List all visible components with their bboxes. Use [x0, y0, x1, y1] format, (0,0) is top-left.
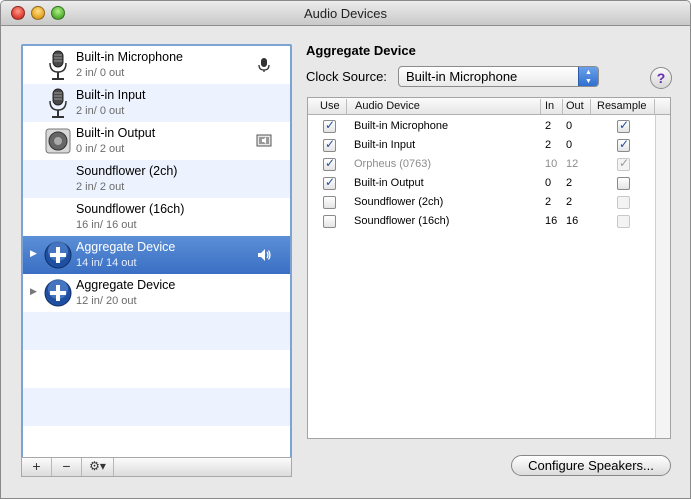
gear-menu-button[interactable]: ⚙▾: [82, 458, 114, 476]
out-count-cell: 2: [566, 177, 573, 189]
aggregate-plus-icon: [43, 239, 73, 271]
subdevice-row: Built-in Output 0 2: [308, 174, 655, 193]
device-name: Soundflower (2ch): [76, 164, 178, 178]
device-name: Soundflower (16ch): [76, 202, 185, 216]
device-list-item[interactable]: ▶ Aggregate Device 12 in/ 20 out: [23, 274, 290, 312]
device-io-count: 12 in/ 20 out: [76, 295, 137, 307]
disclosure-triangle-icon[interactable]: ▶: [30, 286, 37, 297]
header-out[interactable]: Out: [566, 100, 584, 112]
device-name: Built-in Input: [76, 88, 146, 102]
device-name: Aggregate Device: [76, 240, 176, 254]
device-list-item[interactable]: Built-in Input 2 in/ 0 out: [23, 84, 290, 122]
speaker-icon: [43, 125, 73, 157]
in-count-cell: 2: [545, 120, 552, 132]
resample-checkbox: [617, 196, 630, 209]
device-list-item[interactable]: ▶ Aggregate Device 14 in/ 14 out: [23, 236, 290, 274]
device-io-count: 0 in/ 2 out: [76, 143, 125, 155]
out-count-cell: 0: [566, 120, 573, 132]
resample-checkbox[interactable]: [617, 177, 630, 190]
microphone-icon: [43, 87, 73, 119]
microphone-icon: [43, 49, 73, 81]
help-button[interactable]: ?: [650, 67, 672, 89]
subdevice-row: Orpheus (0763) 10 12: [308, 155, 655, 174]
resample-checkbox[interactable]: [617, 118, 630, 133]
device-list[interactable]: Built-in Microphone 2 in/ 0 out Built-in I…: [21, 44, 292, 459]
resample-checkbox: [617, 215, 630, 228]
header-use[interactable]: Use: [320, 100, 340, 112]
in-count-cell: 16: [545, 215, 558, 227]
empty-list-row: [23, 350, 290, 388]
subdevice-row: Soundflower (2ch) 2 2: [308, 193, 655, 212]
in-count-cell: 0: [545, 177, 552, 189]
device-name: Built-in Microphone: [76, 50, 183, 64]
use-checkbox[interactable]: [323, 156, 336, 171]
system-output-badge-icon: [256, 133, 272, 149]
panel-title: Aggregate Device: [306, 43, 416, 58]
clock-source-select[interactable]: Built-in Microphone ▲ ▼: [398, 66, 599, 87]
out-count-cell: 12: [566, 158, 579, 170]
device-name-cell: Built-in Output: [354, 177, 424, 189]
use-checkbox[interactable]: [323, 175, 336, 190]
title-bar[interactable]: Audio Devices: [1, 1, 690, 26]
in-count-cell: 2: [545, 139, 552, 151]
table-header: Use Audio Device In Out Resample: [308, 98, 670, 115]
clock-source-value: Built-in Microphone: [406, 69, 518, 84]
add-device-button[interactable]: +: [22, 458, 52, 476]
out-count-cell: 0: [566, 139, 573, 151]
device-list-item[interactable]: Built-in Microphone 2 in/ 0 out: [23, 46, 290, 84]
configure-speakers-button[interactable]: Configure Speakers...: [511, 455, 671, 476]
subdevice-row: Soundflower (16ch) 16 16: [308, 212, 655, 231]
out-count-cell: 16: [566, 215, 579, 227]
in-count-cell: 2: [545, 196, 552, 208]
remove-device-button[interactable]: −: [52, 458, 82, 476]
device-list-item[interactable]: Soundflower (2ch) 2 in/ 2 out: [23, 160, 290, 198]
header-in[interactable]: In: [545, 100, 554, 112]
device-list-toolbar: + − ⚙▾: [21, 457, 292, 477]
use-checkbox[interactable]: [323, 196, 336, 209]
device-io-count: 2 in/ 2 out: [76, 181, 125, 193]
table-scrollbar[interactable]: [655, 115, 670, 438]
clock-source-label: Clock Source:: [306, 69, 387, 84]
use-checkbox[interactable]: [323, 118, 336, 133]
subdevice-row: Built-in Microphone 2 0: [308, 117, 655, 136]
aggregate-plus-icon: [43, 277, 73, 309]
speaker-badge-icon: [256, 247, 272, 263]
device-name-cell: Soundflower (16ch): [354, 215, 450, 227]
device-name: Aggregate Device: [76, 278, 176, 292]
microphone-badge-icon: [256, 57, 272, 73]
device-name-cell: Soundflower (2ch): [354, 196, 444, 208]
empty-list-row: [23, 426, 290, 457]
device-name-cell: Built-in Input: [354, 139, 416, 151]
device-io-count: 14 in/ 14 out: [76, 257, 137, 269]
disclosure-triangle-icon[interactable]: ▶: [30, 248, 37, 259]
device-io-count: 2 in/ 0 out: [76, 105, 125, 117]
window-title: Audio Devices: [303, 6, 388, 21]
header-audio-device[interactable]: Audio Device: [355, 100, 420, 112]
device-name: Built-in Output: [76, 126, 156, 140]
device-name-cell: Built-in Microphone: [354, 120, 449, 132]
empty-list-row: [23, 388, 290, 426]
subdevice-table: Use Audio Device In Out Resample Built-i…: [307, 97, 671, 439]
resample-checkbox: [617, 156, 630, 171]
audio-devices-window: Audio Devices Built-in Microphone 2 in/ 0…: [0, 0, 691, 499]
header-resample[interactable]: Resample: [597, 100, 647, 112]
empty-list-row: [23, 312, 290, 350]
resample-checkbox[interactable]: [617, 137, 630, 152]
device-name-cell: Orpheus (0763): [354, 158, 432, 170]
device-io-count: 16 in/ 16 out: [76, 219, 137, 231]
out-count-cell: 2: [566, 196, 573, 208]
use-checkbox[interactable]: [323, 137, 336, 152]
use-checkbox[interactable]: [323, 215, 336, 228]
subdevice-row: Built-in Input 2 0: [308, 136, 655, 155]
device-io-count: 2 in/ 0 out: [76, 67, 125, 79]
updown-arrows-icon: ▲ ▼: [578, 67, 598, 86]
device-list-item[interactable]: Soundflower (16ch) 16 in/ 16 out: [23, 198, 290, 236]
in-count-cell: 10: [545, 158, 558, 170]
device-list-item[interactable]: Built-in Output 0 in/ 2 out: [23, 122, 290, 160]
